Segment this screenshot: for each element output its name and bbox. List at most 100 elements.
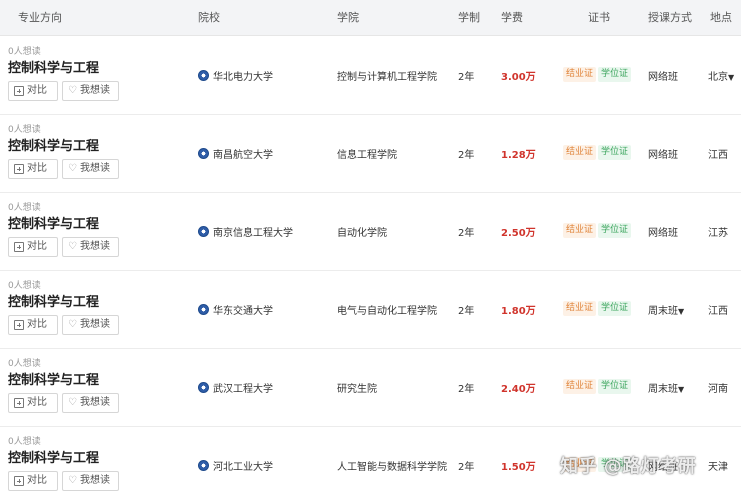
study-mode-dropdown[interactable]: 周末班▼ [648,380,684,395]
plus-square-icon [14,164,24,174]
compare-button[interactable]: 对比 [8,315,58,335]
university-logo-icon [198,304,209,315]
study-mode-dropdown[interactable]: 周末班▼ [648,302,684,317]
location: 江西 [708,150,728,161]
want-label: 我想读 [79,241,110,252]
school-link[interactable]: 河北工业大学 [198,458,273,473]
compare-label: 对比 [27,163,47,174]
header-fee: 学费 [501,11,523,24]
compare-button[interactable]: 对比 [8,237,58,257]
table-header: 专业方向 院校 学院 学制 学费 证书 授课方式 地点 [0,0,741,36]
major-name[interactable]: 控制科学与工程 [8,135,99,154]
years: 2年 [458,228,475,239]
location: 江苏 [708,228,728,239]
plus-square-icon [14,86,24,96]
major-name[interactable]: 控制科学与工程 [8,369,99,388]
want-to-study-button[interactable]: ♡ 我想读 [62,237,119,257]
want-count: 0人想读 [8,359,41,369]
compare-label: 对比 [27,397,47,408]
compare-label: 对比 [27,241,47,252]
graduation-cert-badge: 结业证 [563,379,597,394]
study-mode: 网络班 [648,228,678,239]
degree-cert-badge: 学位证 [598,145,632,160]
study-mode: 周末班 [648,384,678,395]
header-location: 地点 [710,11,732,24]
college-name: 电气与自动化工程学院 [337,306,437,317]
fee: 1.28万 [501,150,536,161]
school-link[interactable]: 武汉工程大学 [198,380,273,395]
want-count: 0人想读 [8,437,41,447]
plus-square-icon [14,476,24,486]
university-logo-icon [198,148,209,159]
caret-down-icon: ▼ [728,73,735,82]
compare-button[interactable]: 对比 [8,81,58,101]
want-label: 我想读 [79,397,110,408]
years: 2年 [458,306,475,317]
table-row: 0人想读 控制科学与工程 对比 ♡ 我想读 南昌航空大学 信息工程学院 2年 1.… [0,115,741,193]
school-name: 武汉工程大学 [213,384,273,395]
fee: 1.80万 [501,306,536,317]
degree-cert-badge: 学位证 [598,67,632,82]
header-years: 学制 [458,11,480,24]
study-mode: 网络班 [648,150,678,161]
want-to-study-button[interactable]: ♡ 我想读 [62,315,119,335]
header-school: 院校 [198,11,220,24]
degree-cert-badge: 学位证 [598,301,632,316]
years: 2年 [458,72,475,83]
heart-icon: ♡ [68,163,77,174]
want-count: 0人想读 [8,203,41,213]
location-dropdown[interactable]: 北京▼ [708,68,734,83]
university-logo-icon [198,70,209,81]
want-to-study-button[interactable]: ♡ 我想读 [62,81,119,101]
header-mode: 授课方式 [648,11,692,24]
school-link[interactable]: 华北电力大学 [198,68,273,83]
plus-square-icon [14,398,24,408]
major-name[interactable]: 控制科学与工程 [8,57,99,76]
major-name[interactable]: 控制科学与工程 [8,213,99,232]
years: 2年 [458,462,475,473]
header-college: 学院 [337,11,359,24]
want-count: 0人想读 [8,125,41,135]
want-label: 我想读 [79,163,110,174]
compare-label: 对比 [27,475,47,486]
heart-icon: ♡ [68,241,77,252]
compare-button[interactable]: 对比 [8,159,58,179]
table-row: 0人想读 控制科学与工程 对比 ♡ 我想读 南京信息工程大学 自动化学院 2年 2… [0,193,741,271]
years: 2年 [458,384,475,395]
school-name: 南昌航空大学 [213,150,273,161]
compare-button[interactable]: 对比 [8,471,58,491]
caret-down-icon: ▼ [678,307,685,316]
heart-icon: ♡ [68,319,77,330]
graduation-cert-badge: 结业证 [563,67,597,82]
graduation-cert-badge: 结业证 [563,145,597,160]
fee: 2.40万 [501,384,536,395]
fee: 2.50万 [501,228,536,239]
degree-cert-badge: 学位证 [598,223,632,238]
location-label: 北京 [708,72,728,83]
school-link[interactable]: 南昌航空大学 [198,146,273,161]
study-mode: 网络班 [648,72,678,83]
college-name: 自动化学院 [337,228,387,239]
university-logo-icon [198,226,209,237]
school-link[interactable]: 南京信息工程大学 [198,224,293,239]
table-row: 0人想读 控制科学与工程 对比 ♡ 我想读 华北电力大学 控制与计算机工程学院 2… [0,37,741,115]
want-to-study-button[interactable]: ♡ 我想读 [62,159,119,179]
header-cert: 证书 [588,11,610,24]
major-name[interactable]: 控制科学与工程 [8,291,99,310]
compare-button[interactable]: 对比 [8,393,58,413]
university-logo-icon [198,460,209,471]
location: 江西 [708,306,728,317]
fee: 3.00万 [501,72,536,83]
want-to-study-button[interactable]: ♡ 我想读 [62,393,119,413]
table-row: 0人想读 控制科学与工程 对比 ♡ 我想读 武汉工程大学 研究生院 2年 2.40… [0,349,741,427]
compare-label: 对比 [27,319,47,330]
location: 天津 [708,462,728,473]
graduation-cert-badge: 结业证 [563,301,597,316]
want-count: 0人想读 [8,47,41,57]
school-link[interactable]: 华东交通大学 [198,302,273,317]
want-to-study-button[interactable]: ♡ 我想读 [62,471,119,491]
college-name: 研究生院 [337,384,377,395]
major-name[interactable]: 控制科学与工程 [8,447,99,466]
study-mode: 周末班 [648,306,678,317]
degree-cert-badge: 学位证 [598,379,632,394]
